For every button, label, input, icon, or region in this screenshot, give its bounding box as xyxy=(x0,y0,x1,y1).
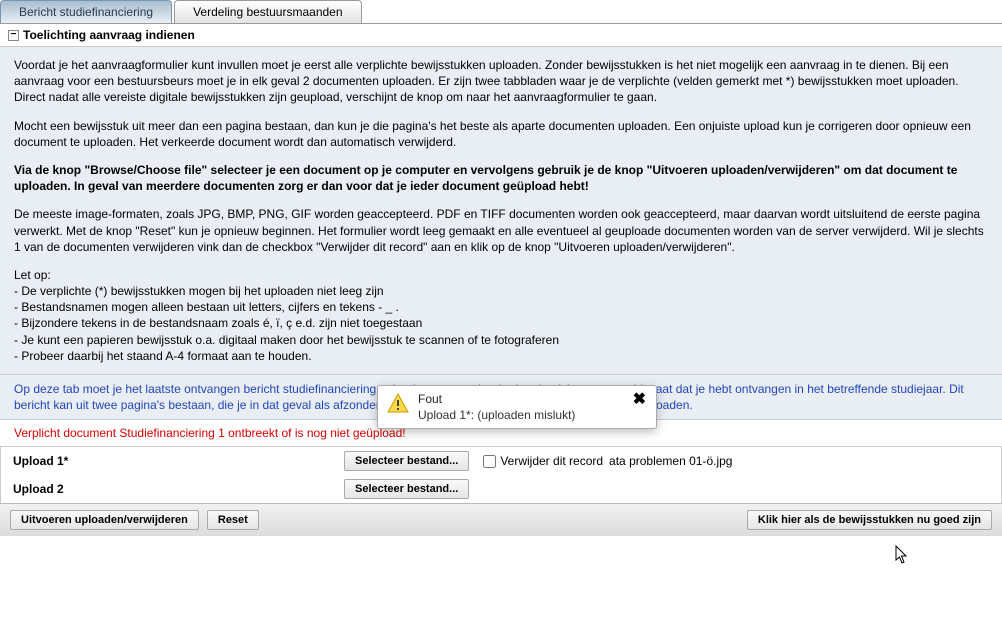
select-file-button-2[interactable]: Selecteer bestand... xyxy=(344,479,469,499)
execute-upload-button[interactable]: Uitvoeren uploaden/verwijderen xyxy=(10,510,199,530)
continue-button[interactable]: Klik hier als de bewijsstukken nu goed z… xyxy=(747,510,992,530)
tab-verdeling-bestuursmaanden[interactable]: Verdeling bestuursmaanden xyxy=(174,0,361,23)
upload-label-2: Upload 2 xyxy=(9,482,344,496)
popup-title: Fout xyxy=(418,392,575,406)
notes-heading: Let op: xyxy=(14,267,988,283)
section-header-toelichting[interactable]: − Toelichting aanvraag indienen xyxy=(0,24,1002,47)
reset-button[interactable]: Reset xyxy=(207,510,259,530)
uploaded-filename: ata problemen 01-ö.jpg xyxy=(609,454,732,468)
section-title: Toelichting aanvraag indienen xyxy=(23,28,195,42)
select-file-button-1[interactable]: Selecteer bestand... xyxy=(344,451,469,471)
upload-section: Upload 1* Selecteer bestand... Verwijder… xyxy=(0,447,1002,503)
popup-message: Upload 1*: (uploaden mislukt) xyxy=(418,408,575,422)
instruction-panel: Voordat je het aanvraagformulier kunt in… xyxy=(0,47,1002,375)
paragraph-browse-bold: Via de knop "Browse/Choose file" selecte… xyxy=(14,162,988,194)
bottom-toolbar: Uitvoeren uploaden/verwijderen Reset Kli… xyxy=(0,503,1002,536)
tab-bar: Bericht studiefinanciering Verdeling bes… xyxy=(0,0,1002,24)
close-icon[interactable]: ✖ xyxy=(631,392,648,408)
note-line: - Je kunt een papieren bewijsstuk o.a. d… xyxy=(14,332,988,348)
notes-block: Let op: - De verplichte (*) bewijsstukke… xyxy=(14,267,988,364)
note-line: - Bijzondere tekens in de bestandsnaam z… xyxy=(14,315,988,331)
upload-row-2: Upload 2 Selecteer bestand... xyxy=(1,475,1001,503)
error-popup: Fout Upload 1*: (uploaden mislukt) ✖ xyxy=(377,385,657,429)
note-line: - Bestandsnamen mogen alleen bestaan uit… xyxy=(14,299,988,315)
paragraph-intro: Voordat je het aanvraagformulier kunt in… xyxy=(14,57,988,106)
upload-label-1: Upload 1* xyxy=(9,454,344,468)
remove-record-wrap[interactable]: Verwijder dit record xyxy=(483,454,603,468)
upload-row-1: Upload 1* Selecteer bestand... Verwijder… xyxy=(1,447,1001,475)
paragraph-formats: De meeste image-formaten, zoals JPG, BMP… xyxy=(14,206,988,255)
note-line: - Probeer daarbij het staand A-4 formaat… xyxy=(14,348,988,364)
remove-record-checkbox[interactable] xyxy=(483,455,496,468)
note-line: - De verplichte (*) bewijsstukken mogen … xyxy=(14,283,988,299)
warning-icon xyxy=(386,392,410,416)
collapse-icon[interactable]: − xyxy=(8,30,19,41)
paragraph-multipages: Mocht een bewijsstuk uit meer dan een pa… xyxy=(14,118,988,150)
cursor-icon xyxy=(895,545,911,570)
tab-bericht-studiefinanciering[interactable]: Bericht studiefinanciering xyxy=(0,0,172,23)
remove-record-label: Verwijder dit record xyxy=(500,454,603,468)
